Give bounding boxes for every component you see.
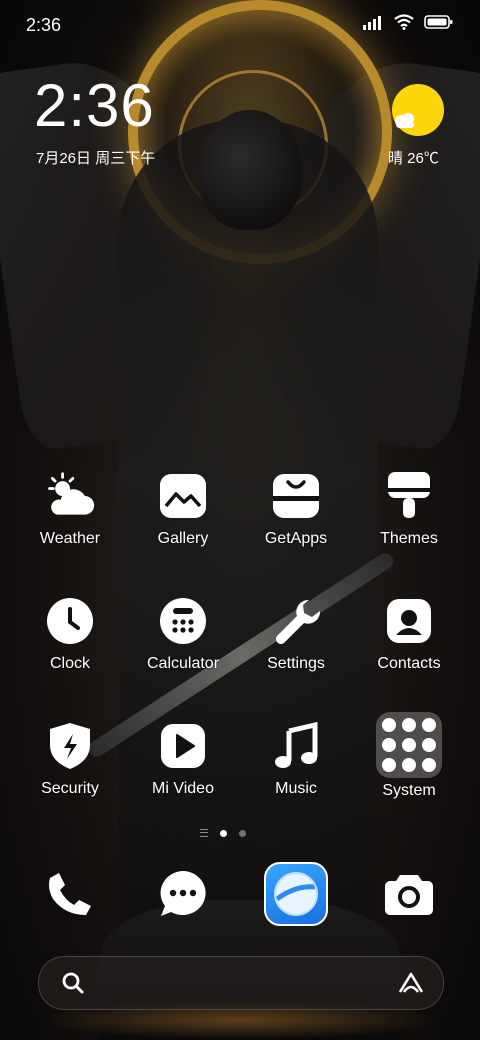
status-bar: 2:36 [0, 0, 480, 50]
messages-icon [160, 871, 206, 916]
contacts-icon [383, 595, 435, 647]
calculator-icon [157, 595, 209, 647]
wrench-icon [270, 595, 322, 647]
app-label: Settings [267, 655, 325, 672]
cloud-icon [395, 113, 414, 128]
app-label: Contacts [377, 655, 441, 672]
getapps-icon [270, 470, 322, 522]
page-list-icon [200, 829, 208, 837]
app-weather[interactable]: Weather [15, 470, 125, 580]
app-label: Themes [380, 530, 438, 547]
wallpaper-statue-head [198, 110, 302, 230]
status-icons [362, 14, 454, 30]
app-mi-video[interactable]: Mi Video [128, 720, 238, 830]
weather-icon [44, 470, 96, 522]
dock-phone[interactable] [38, 862, 102, 926]
app-label: Mi Video [152, 780, 214, 797]
clock-icon [44, 595, 96, 647]
app-label: Calculator [146, 655, 220, 672]
app-gallery[interactable]: Gallery [128, 470, 238, 580]
security-shield-icon [44, 720, 96, 772]
app-security[interactable]: Security [15, 720, 125, 830]
app-themes[interactable]: Themes [354, 470, 464, 580]
app-label: Clock [49, 655, 90, 672]
dock-browser[interactable] [264, 862, 328, 926]
app-getapps[interactable]: GetApps [241, 470, 351, 580]
dock-camera[interactable] [377, 862, 441, 926]
camera-icon [385, 875, 433, 915]
app-label: GetApps [264, 530, 328, 547]
app-label: System [382, 782, 436, 799]
search-icon [62, 972, 84, 994]
signal-icon [363, 16, 381, 30]
app-label: Security [41, 780, 99, 797]
page-dot-active [220, 829, 227, 837]
dock-messages[interactable] [151, 862, 215, 926]
status-time: 2:36 [26, 15, 62, 35]
wifi-icon [394, 14, 414, 30]
folder-icon [376, 712, 442, 778]
phone-icon [49, 873, 91, 915]
app-system-folder[interactable]: System [354, 712, 464, 822]
widget-weather: 晴 26℃ [388, 150, 439, 167]
themes-icon [383, 470, 435, 522]
play-icon [157, 720, 209, 772]
app-clock[interactable]: Clock [15, 595, 125, 705]
page-indicator[interactable] [200, 829, 246, 837]
widget-clock-time[interactable]: 2:36 [34, 76, 155, 136]
app-label: Gallery [157, 530, 209, 547]
search-bar[interactable] [38, 956, 444, 1010]
app-calculator[interactable]: Calculator [128, 595, 238, 705]
battery-icon [424, 15, 453, 29]
widget-date: 7月26日 周三下午 [36, 150, 156, 167]
assistant-icon[interactable] [397, 971, 425, 995]
music-note-icon [270, 720, 322, 772]
app-music[interactable]: Music [241, 720, 351, 830]
app-contacts[interactable]: Contacts [354, 595, 464, 705]
app-label: Music [275, 780, 317, 797]
page-dot [239, 829, 246, 837]
app-settings[interactable]: Settings [241, 595, 351, 705]
gallery-icon [157, 470, 209, 522]
app-label: Weather [39, 530, 101, 547]
browser-icon [264, 862, 328, 926]
